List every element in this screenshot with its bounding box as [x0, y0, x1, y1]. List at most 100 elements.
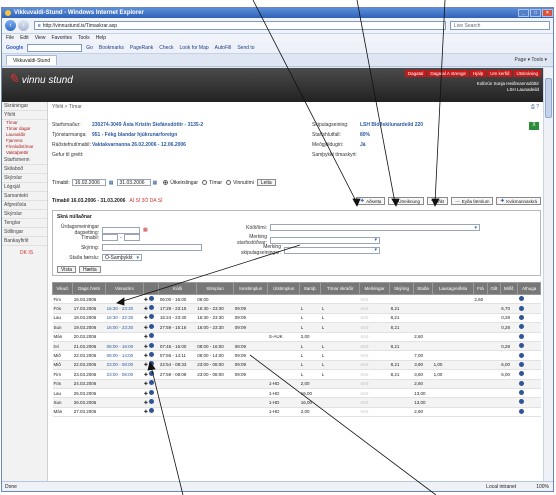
- radio-timar[interactable]: [202, 180, 208, 185]
- sidebar-item-skraningar[interactable]: Skráningar: [2, 102, 47, 111]
- add-row-icon[interactable]: ✚: [144, 334, 148, 339]
- col-header[interactable]: Vikud.: [51, 282, 74, 295]
- radio-vinnutimi[interactable]: [226, 180, 232, 185]
- status-dot-icon[interactable]: [149, 370, 155, 376]
- google-check[interactable]: Check: [159, 45, 173, 51]
- add-row-icon[interactable]: ✚: [144, 362, 148, 367]
- col-header[interactable]: Gilt: [487, 282, 501, 295]
- col-header[interactable]: Dags./Vetri: [72, 282, 107, 295]
- maximize-button[interactable]: □: [530, 9, 541, 17]
- add-row-icon[interactable]: ✚: [144, 372, 148, 377]
- status-dot-icon[interactable]: [149, 389, 155, 395]
- info-dot-icon[interactable]: [518, 371, 524, 377]
- cancel-button[interactable]: Hætta: [79, 266, 101, 273]
- date-from-input[interactable]: 16.02.2006: [71, 179, 106, 186]
- table-row[interactable]: Fim 16.03.2006 ✚ 06:00 - 16:00 06:00 ○○○ 2,60: [52, 294, 541, 305]
- sidebar-item-afgreidsla[interactable]: Afgreiðsla: [2, 201, 47, 210]
- add-row-icon[interactable]: ✚: [144, 306, 148, 311]
- col-header[interactable]: Samþ.: [299, 282, 322, 295]
- add-row-icon[interactable]: ✚: [144, 381, 148, 386]
- print-icon[interactable]: ⎙ ?: [531, 104, 539, 110]
- info-dot-icon[interactable]: [518, 399, 524, 405]
- info-dot-icon[interactable]: [518, 352, 524, 358]
- add-row-icon[interactable]: ✚: [144, 353, 148, 358]
- info-dot-icon[interactable]: [518, 314, 524, 320]
- calendar-icon[interactable]: ▦: [143, 227, 148, 233]
- col-header[interactable]: Millif.: [499, 282, 519, 295]
- status-dot-icon[interactable]: [149, 295, 155, 301]
- info-dot-icon[interactable]: [518, 305, 524, 311]
- sidebar-item-bankayfirlit[interactable]: Bankayfirlit: [2, 237, 47, 246]
- info-dot-icon[interactable]: [518, 390, 524, 396]
- radio-utkeyrslur[interactable]: [163, 180, 169, 185]
- add-row-icon[interactable]: ✚: [144, 297, 148, 302]
- back-button[interactable]: ‹: [5, 20, 16, 31]
- menu-edit[interactable]: Edit: [20, 35, 29, 41]
- topnav-dagatal[interactable]: Dagatal: [404, 70, 427, 77]
- topnav-logout[interactable]: Útskráning: [513, 70, 541, 77]
- col-header[interactable]: Athuga: [517, 282, 541, 295]
- language-flags[interactable]: DK IS: [2, 250, 47, 256]
- time-from-input[interactable]: [102, 234, 118, 241]
- status-dot-icon[interactable]: [149, 342, 155, 348]
- topnav-about[interactable]: Um kerfið: [487, 70, 513, 77]
- add-row-icon[interactable]: ✚: [144, 409, 148, 414]
- add-row-icon[interactable]: ✚: [144, 391, 148, 396]
- sidebar-item-samantekt[interactable]: Samantekt: [2, 192, 47, 201]
- calculate-button[interactable]: ✚ Útreiknung: [388, 197, 424, 205]
- table-row[interactable]: Sun 19.03.2006 16:00 - 23:30 ✚ 27:59 - 15:1…: [52, 322, 541, 333]
- table-row[interactable]: Fös 17.03.2006 16:30 - 23:30 ✚ 17:29 - 23:1…: [52, 303, 541, 314]
- report-button[interactable]: ✚ Kvikmannaskrá: [496, 197, 541, 205]
- col-header[interactable]: Lausagreiðsla: [432, 282, 474, 295]
- add-row-icon[interactable]: ✚: [144, 344, 148, 349]
- time-to-input[interactable]: [123, 234, 140, 241]
- save-button[interactable]: Vista: [57, 266, 77, 273]
- sidebar-item-logsjal[interactable]: Lógsjál: [2, 183, 47, 192]
- sidebar-item-starfsmenn[interactable]: Starfsmenn: [2, 156, 47, 165]
- google-search-input[interactable]: [27, 43, 83, 52]
- info-dot-icon[interactable]: [518, 333, 524, 339]
- status-dot-icon[interactable]: [149, 361, 155, 367]
- zoom-level[interactable]: 100%: [536, 484, 549, 490]
- type-select[interactable]: [270, 224, 480, 231]
- info-dot-icon[interactable]: [518, 408, 524, 414]
- info-dot-icon[interactable]: [518, 380, 524, 386]
- table-row[interactable]: Lau 25.03.2006 ✚ 1-HD 16,00 ○○○ 13,00: [52, 388, 541, 399]
- google-pagerank[interactable]: PageRank: [130, 45, 153, 51]
- sidebar-item-stillingar[interactable]: Stillingar: [2, 228, 47, 237]
- col-header[interactable]: Staða: [412, 282, 434, 295]
- google-map[interactable]: Look for Map: [179, 45, 208, 51]
- add-row-icon[interactable]: ✚: [144, 325, 148, 330]
- col-header[interactable]: Merkingar: [358, 282, 391, 295]
- scrollbar-thumb[interactable]: [545, 78, 552, 118]
- info-value[interactable]: 230274-3049 Ásta Kristín Stefánsdóttir -…: [92, 122, 203, 128]
- menu-favorites[interactable]: Favorites: [51, 35, 72, 41]
- sidebar-item-skyrslur-2[interactable]: Skýrslur: [2, 210, 47, 219]
- col-header[interactable]: Innstimplun: [233, 282, 269, 295]
- col-header[interactable]: Stimplun: [195, 282, 235, 295]
- status-dot-icon[interactable]: [149, 380, 155, 386]
- col-header[interactable]: Skýring: [389, 282, 414, 295]
- col-header[interactable]: Útstimplun: [267, 282, 301, 295]
- table-row[interactable]: Fös 24.03.2006 ✚ 1-HD 2,00 ○○○ 2,60: [52, 379, 541, 389]
- sidebar-item-skilabod[interactable]: Skilaboð: [2, 165, 47, 174]
- search-button[interactable]: Leita: [256, 179, 276, 186]
- vertical-scrollbar[interactable]: [543, 68, 553, 481]
- menu-view[interactable]: View: [35, 35, 46, 41]
- search-input[interactable]: Live Search: [450, 21, 550, 30]
- info-dot-icon[interactable]: [518, 296, 524, 302]
- menu-help[interactable]: Help: [96, 35, 106, 41]
- status-dot-icon[interactable]: [149, 398, 155, 404]
- google-sendto[interactable]: Send to: [237, 45, 254, 51]
- browser-tab[interactable]: Vikkuvaldi-Stund: [6, 55, 58, 65]
- note-input[interactable]: [102, 244, 202, 251]
- sidebar-item-skyrslur[interactable]: Skýrslur: [2, 174, 47, 183]
- info-dot-icon[interactable]: [518, 361, 524, 367]
- table-row[interactable]: Þri 21.03.2006 08:00 - 16:00 ✚ 07:45 - 16:0…: [52, 341, 541, 352]
- add-button[interactable]: ✚ Aðsetta: [356, 197, 386, 205]
- status-dot-icon[interactable]: [149, 333, 155, 339]
- status-dot-icon[interactable]: [149, 314, 155, 320]
- col-header[interactable]: Vinnutími: [105, 282, 144, 295]
- date-input[interactable]: [102, 226, 140, 234]
- table-row[interactable]: Mið 22.03.2006 23:00 - 08:00 ✚ 22:54 - 08:3…: [52, 360, 541, 371]
